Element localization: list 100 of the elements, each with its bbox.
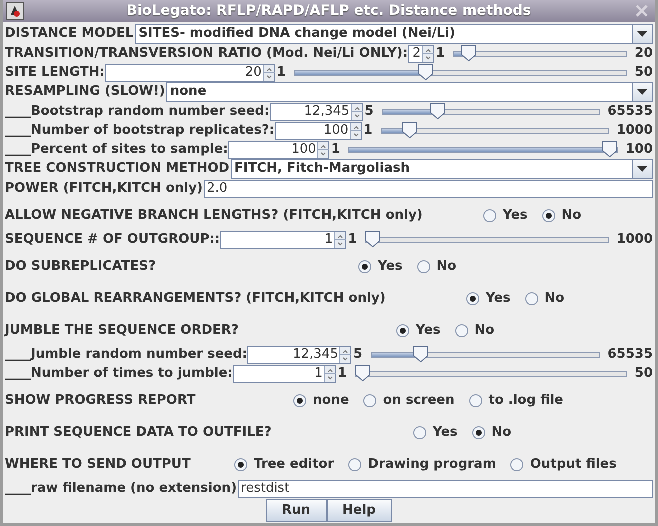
field-label: RESAMPLING (SLOW!) bbox=[5, 83, 166, 102]
field-label: ALLOW NEGATIVE BRANCH LENGTHS? (FITCH,KITCH only) bbox=[5, 207, 423, 225]
slider-min: 1 bbox=[436, 44, 446, 63]
field-label: POWER (FITCH,KITCH only) bbox=[5, 180, 204, 198]
slider-max: 20 bbox=[634, 44, 653, 63]
slider-max: 100 bbox=[626, 140, 653, 159]
field-label: TREE CONSTRUCTION METHOD bbox=[5, 160, 230, 178]
slider[interactable] bbox=[354, 366, 627, 382]
spinner-field[interactable]: 2 bbox=[408, 44, 434, 62]
radio-button[interactable] bbox=[293, 394, 307, 408]
slider-thumb[interactable] bbox=[430, 102, 446, 120]
radio-button[interactable] bbox=[466, 292, 480, 306]
radio-label[interactable]: Yes bbox=[378, 257, 403, 276]
slider-min: 1 bbox=[348, 230, 358, 249]
slider-max: 1000 bbox=[616, 122, 653, 140]
radio-label[interactable]: none bbox=[313, 391, 350, 410]
radio-button[interactable] bbox=[472, 426, 486, 440]
radio-label[interactable]: to .log file bbox=[488, 391, 564, 410]
slider-min: 5 bbox=[364, 102, 374, 121]
radio-button[interactable] bbox=[542, 208, 556, 223]
field-label: TRANSITION/TRANSVERSION RATIO (Mod. Nei/Li ONLY): bbox=[5, 44, 408, 63]
slider-max: 50 bbox=[634, 64, 653, 82]
slider[interactable] bbox=[382, 104, 600, 120]
text-field[interactable]: restdist bbox=[238, 480, 653, 498]
slider-max: 50 bbox=[634, 364, 653, 383]
field-label: ____Percent of sites to sample: bbox=[5, 140, 228, 159]
spinner-field[interactable]: 100 bbox=[274, 122, 362, 140]
slider[interactable] bbox=[294, 64, 627, 80]
dropdown[interactable]: none bbox=[166, 82, 653, 102]
radio-label[interactable]: Yes bbox=[433, 423, 458, 442]
spinner-field[interactable]: 100 bbox=[228, 140, 330, 158]
slider[interactable] bbox=[348, 142, 618, 158]
field-label: SITE LENGTH: bbox=[5, 64, 105, 82]
slider-max: 65535 bbox=[608, 346, 653, 364]
radio-label[interactable]: Output files bbox=[530, 455, 617, 474]
radio-label[interactable]: Yes bbox=[416, 321, 441, 340]
slider[interactable] bbox=[453, 46, 627, 62]
slider-thumb[interactable] bbox=[418, 64, 434, 80]
slider-thumb[interactable] bbox=[354, 364, 371, 382]
field-label: ____Number of bootstrap replicates?: bbox=[5, 122, 275, 140]
slider[interactable] bbox=[370, 346, 600, 362]
radio-label[interactable]: No bbox=[436, 257, 457, 276]
slider-min: 1 bbox=[338, 364, 347, 383]
field-label: ____Bootstrap random number seed: bbox=[5, 102, 270, 121]
slider-thumb[interactable] bbox=[402, 122, 418, 138]
radio-button[interactable] bbox=[413, 426, 427, 440]
radio-button[interactable] bbox=[348, 458, 362, 472]
caret-icon bbox=[637, 166, 648, 172]
field-label: DISTANCE MODEL bbox=[5, 25, 134, 44]
slider[interactable] bbox=[365, 232, 609, 248]
radio-button[interactable] bbox=[468, 394, 483, 408]
radio-label[interactable]: No bbox=[544, 289, 565, 308]
radio-button[interactable] bbox=[363, 394, 378, 408]
app-icon bbox=[6, 2, 24, 20]
slider-min: 1 bbox=[331, 140, 340, 159]
radio-button[interactable] bbox=[524, 292, 539, 306]
dropdown[interactable]: SITES- modified DNA change model (Nei/Li) bbox=[134, 24, 653, 44]
field-label: DO SUBREPLICATES? bbox=[5, 258, 156, 276]
slider-min: 1 bbox=[276, 64, 286, 82]
slider-min: 5 bbox=[353, 346, 363, 364]
slider-thumb[interactable] bbox=[460, 44, 477, 62]
radio-label[interactable]: No bbox=[474, 321, 495, 340]
slider-thumb[interactable] bbox=[413, 346, 430, 362]
radio-label[interactable]: No bbox=[492, 423, 512, 442]
spinner-field[interactable]: 12,345 bbox=[270, 102, 363, 120]
field-label: DO GLOBAL REARRANGEMENTS? (FITCH,KITCH only) bbox=[5, 290, 386, 308]
button[interactable]: Run bbox=[266, 499, 327, 522]
slider-max: 1000 bbox=[616, 230, 653, 249]
dropdown[interactable]: FITCH, Fitch-Margoliash bbox=[230, 159, 653, 179]
radio-button[interactable] bbox=[454, 324, 469, 338]
button[interactable]: Help bbox=[326, 499, 392, 522]
text-field[interactable]: 2.0 bbox=[204, 180, 653, 198]
slider-thumb[interactable] bbox=[602, 140, 618, 158]
radio-button[interactable] bbox=[358, 260, 372, 274]
field-label: WHERE TO SEND OUTPUT bbox=[5, 456, 191, 474]
close-icon[interactable] bbox=[635, 4, 649, 18]
slider-max: 65535 bbox=[608, 102, 653, 121]
spinner-field[interactable]: 12,345 bbox=[247, 346, 352, 364]
spinner-field[interactable]: 1 bbox=[232, 364, 336, 382]
radio-button[interactable] bbox=[396, 324, 410, 338]
radio-label[interactable]: Yes bbox=[503, 206, 528, 226]
spinner-field[interactable]: 1 bbox=[220, 230, 346, 248]
radio-button[interactable] bbox=[416, 260, 431, 274]
caret-icon bbox=[637, 89, 648, 95]
window-title: BioLegato: RFLP/RAPD/AFLP etc. Distance methods bbox=[126, 2, 532, 20]
radio-button[interactable] bbox=[510, 458, 524, 472]
slider[interactable] bbox=[380, 122, 609, 138]
radio-label[interactable]: Yes bbox=[486, 289, 511, 308]
slider-thumb[interactable] bbox=[365, 230, 382, 248]
radio-button[interactable] bbox=[483, 208, 497, 223]
radio-label[interactable]: Tree editor bbox=[254, 455, 334, 474]
field-label: ____Jumble random number seed: bbox=[5, 346, 248, 364]
radio-button[interactable] bbox=[234, 458, 248, 472]
radio-label[interactable]: Drawing program bbox=[368, 455, 496, 474]
field-label: JUMBLE THE SEQUENCE ORDER? bbox=[5, 322, 239, 340]
radio-label[interactable]: No bbox=[562, 206, 582, 226]
caret-icon bbox=[637, 31, 648, 37]
radio-label[interactable]: on screen bbox=[383, 391, 455, 410]
slider-min: 1 bbox=[364, 122, 373, 140]
spinner-field[interactable]: 20 bbox=[104, 64, 275, 82]
